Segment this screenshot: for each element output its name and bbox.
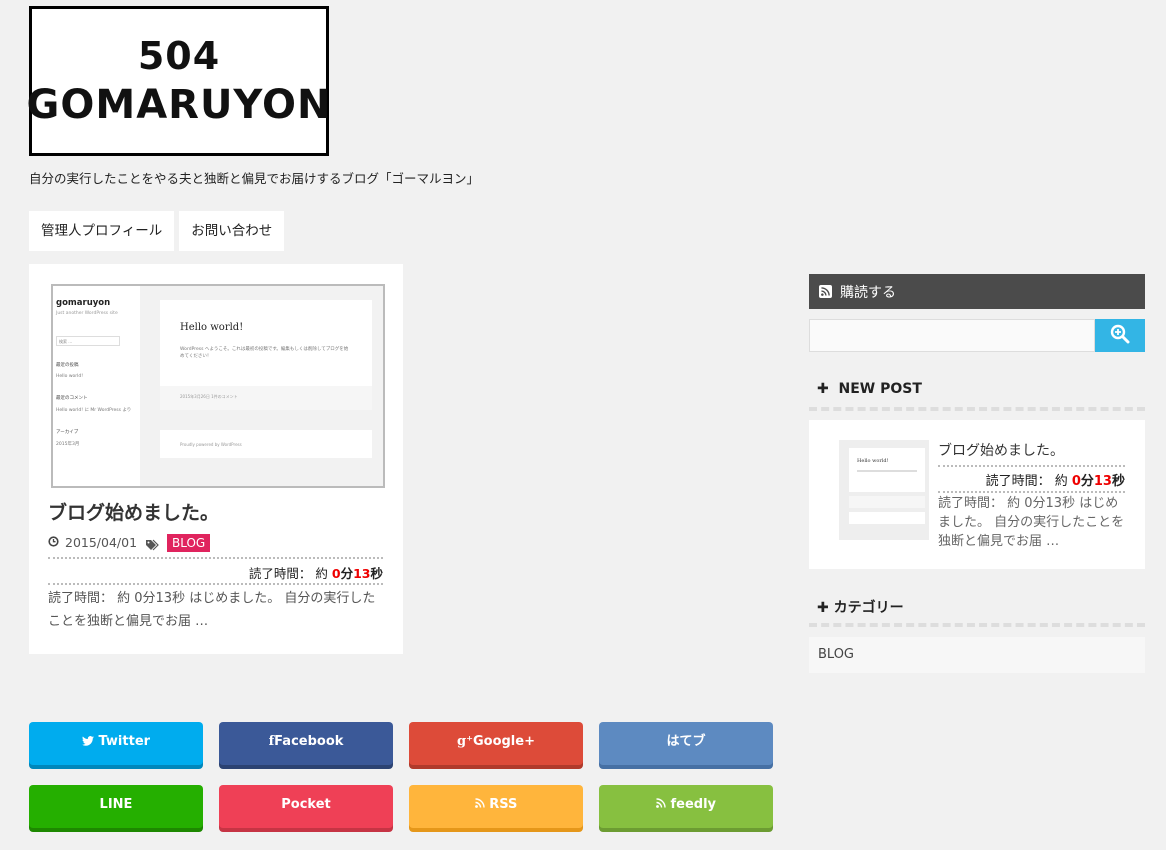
hatena-label: はてブ bbox=[666, 734, 706, 749]
facebook-label: Facebook bbox=[274, 734, 344, 749]
new-post-card: Hello world! ブログ始めました。 読了時間： 約 0分13秒 読了時… bbox=[809, 420, 1145, 569]
twitter-share-button[interactable]: Twitter bbox=[29, 722, 203, 765]
google-plus-share-button[interactable]: g⁺Google+ bbox=[409, 722, 583, 765]
new-post-title: NEW POST bbox=[838, 381, 922, 397]
site-tagline: 自分の実行したことをやる夫と独断と偏見でお届けするブログ「ゴーマルヨン」 bbox=[29, 171, 480, 186]
thumbnail-recent-posts: 最近の投稿 bbox=[56, 363, 79, 368]
post-title[interactable]: ブログ始めました。 bbox=[48, 498, 219, 525]
sidebar: 購読する ✚ NEW POST Hello world! ブログ始めました。 読… bbox=[809, 274, 1145, 673]
widget-title-underline bbox=[809, 407, 1145, 411]
plus-icon: ✚ bbox=[817, 600, 829, 616]
thumbnail-archive-item: 2015年3月 bbox=[56, 442, 80, 447]
reading-time-second-unit: 秒 bbox=[1111, 474, 1125, 489]
divider bbox=[48, 557, 383, 559]
rss-icon bbox=[474, 797, 490, 812]
thumbnail-recent-comments: 最近のコメント bbox=[56, 396, 88, 401]
line-share-button[interactable]: LINE bbox=[29, 785, 203, 828]
widget-title-underline bbox=[809, 623, 1145, 627]
divider bbox=[938, 465, 1125, 467]
thumbnail-site-title: gomaruyon bbox=[56, 298, 111, 308]
twitter-icon bbox=[81, 734, 99, 749]
reading-time-seconds: 13 bbox=[1093, 474, 1112, 489]
new-post-excerpt: 読了時間： 約 0分13秒 はじめました。 自分の実行したことを独断と偏見でお届… bbox=[938, 496, 1125, 549]
twitter-label: Twitter bbox=[98, 734, 151, 749]
thumbnail-footer: Proudly powered by WordPress bbox=[160, 430, 372, 458]
thumbnail-archives: アーカイブ bbox=[56, 430, 79, 435]
post-date: 2015/04/01 bbox=[48, 535, 137, 550]
logo-line-2: GOMARUYON bbox=[26, 82, 332, 128]
reading-time-minutes: 0 bbox=[1071, 474, 1081, 489]
post-card: gomaruyon Just another WordPress site 検索… bbox=[29, 264, 403, 654]
new-post-thumbnail-body bbox=[857, 470, 917, 472]
reading-time-minute-unit: 分 bbox=[340, 566, 354, 581]
thumbnail-site-desc: Just another WordPress site bbox=[56, 311, 118, 316]
new-post-widget-title: ✚ NEW POST bbox=[809, 381, 1145, 397]
thumbnail-sidebar: gomaruyon Just another WordPress site 検索… bbox=[53, 286, 140, 486]
google-plus-icon: g⁺ bbox=[457, 734, 473, 749]
search-button[interactable] bbox=[1095, 319, 1145, 352]
pocket-share-button[interactable]: Pocket bbox=[219, 785, 393, 828]
new-post-title-link[interactable]: ブログ始めました。 bbox=[938, 440, 1064, 460]
reading-time-prefix: 読了時間： 約 bbox=[985, 474, 1072, 489]
divider bbox=[938, 491, 1125, 493]
search-form bbox=[809, 319, 1145, 352]
category-badge[interactable]: BLOG bbox=[167, 534, 211, 552]
post-thumbnail[interactable]: gomaruyon Just another WordPress site 検索… bbox=[51, 284, 385, 488]
category-item-blog[interactable]: BLOG bbox=[809, 637, 1145, 673]
new-post-thumbnail-post: Hello world! bbox=[849, 448, 925, 492]
tags-icon bbox=[145, 536, 159, 551]
facebook-share-button[interactable]: fFacebook bbox=[219, 722, 393, 765]
nav-item-profile[interactable]: 管理人プロフィール bbox=[29, 211, 175, 251]
feedly-label: feedly bbox=[670, 797, 717, 812]
thumbnail-post-title: Hello world! bbox=[180, 322, 244, 333]
category-title: カテゴリー bbox=[833, 600, 904, 616]
thumbnail-recent-item: Hello world! bbox=[56, 374, 84, 379]
pocket-label: Pocket bbox=[281, 797, 331, 812]
logo-line-1: 504 bbox=[137, 34, 221, 78]
thumbnail-comment-item: Hello world! に Mr WordPress より bbox=[56, 408, 132, 413]
thumbnail-post-body: WordPress へようこそ。これは最初の投稿です。編集もしくは削除してブログ… bbox=[180, 347, 349, 359]
category-widget-title: ✚ カテゴリー bbox=[809, 597, 1145, 617]
subscribe-label: 購読する bbox=[840, 284, 896, 301]
site-logo[interactable]: 504 GOMARUYON bbox=[26, 6, 332, 156]
share-buttons: Twitter fFacebook g⁺Google+ はてブ LINE Poc… bbox=[29, 722, 773, 828]
new-post-thumbnail-meta bbox=[849, 496, 925, 508]
clock-icon bbox=[48, 535, 59, 550]
reading-time-minutes: 0 bbox=[331, 566, 341, 581]
search-input[interactable] bbox=[809, 319, 1095, 352]
thumbnail-post-meta: 2015年3月26日 1件のコメント bbox=[160, 386, 372, 410]
nav-item-contact[interactable]: お問い合わせ bbox=[179, 211, 285, 251]
reading-time-prefix: 読了時間： 約 bbox=[248, 566, 332, 581]
hatena-share-button[interactable]: はてブ bbox=[599, 722, 773, 765]
main-nav: 管理人プロフィール お問い合わせ bbox=[29, 211, 285, 251]
line-label: LINE bbox=[99, 797, 133, 812]
post-date-text: 2015/04/01 bbox=[65, 535, 138, 550]
new-post-thumbnail[interactable]: Hello world! bbox=[839, 440, 929, 540]
plus-icon: ✚ bbox=[817, 381, 829, 397]
reading-time-minute-unit: 分 bbox=[1080, 474, 1094, 489]
rss-share-button[interactable]: RSS bbox=[409, 785, 583, 828]
post-excerpt: 読了時間： 約 0分13秒 はじめました。 自分の実行したことを独断と偏見でお届… bbox=[48, 591, 376, 629]
rss-icon bbox=[819, 285, 832, 298]
new-post-thumbnail-footer bbox=[849, 512, 925, 524]
search-icon bbox=[1110, 324, 1130, 347]
reading-time-seconds: 13 bbox=[353, 566, 371, 581]
google-plus-label: Google+ bbox=[472, 734, 535, 749]
thumbnail-search: 検索 … bbox=[56, 336, 120, 346]
rss-label: RSS bbox=[489, 797, 518, 812]
feedly-icon bbox=[656, 797, 671, 812]
reading-time: 読了時間： 約 0分13秒 bbox=[249, 563, 383, 582]
feedly-share-button[interactable]: feedly bbox=[599, 785, 773, 828]
divider bbox=[48, 583, 383, 585]
subscribe-header[interactable]: 購読する bbox=[809, 274, 1145, 309]
reading-time-second-unit: 秒 bbox=[370, 566, 383, 581]
new-post-thumbnail-title: Hello world! bbox=[857, 458, 889, 464]
new-post-reading-time: 読了時間： 約 0分13秒 bbox=[986, 470, 1125, 489]
